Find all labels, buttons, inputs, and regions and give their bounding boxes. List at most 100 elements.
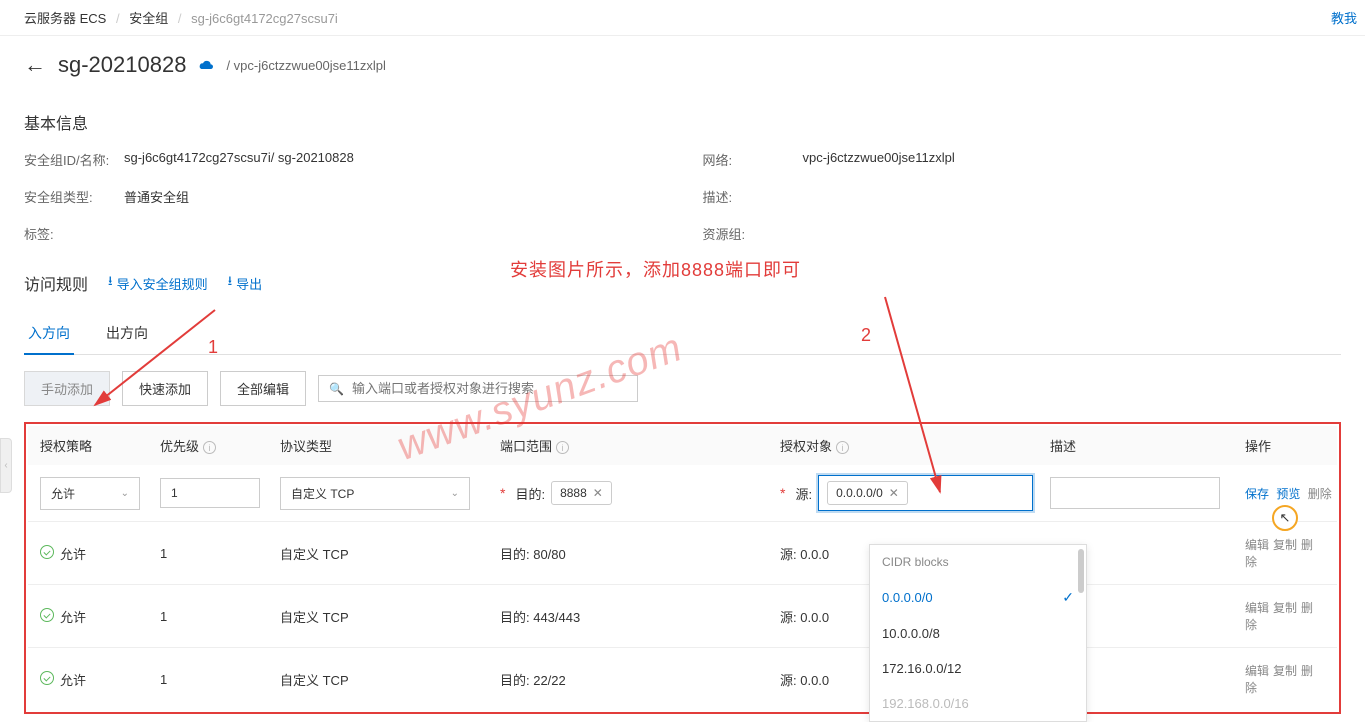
download-icon: ⭳ (108, 272, 113, 294)
quick-add-button[interactable]: 快速添加 (122, 371, 208, 406)
page-subtitle: / vpc-j6ctzzwue00jse11zxlpl (226, 58, 385, 73)
th-policy: 授权策略 (40, 436, 160, 455)
info-icon[interactable]: i (836, 441, 849, 454)
page-header: ← sg-20210828 / vpc-j6ctzzwue00jse11zxlp… (0, 36, 1365, 96)
edit-link[interactable]: 编辑 (1245, 664, 1269, 678)
cell-policy: 允许 (60, 673, 86, 688)
cell-ops: 编辑复制删除 (1245, 536, 1325, 570)
dropdown-item[interactable]: 192.168.0.0/16 (870, 686, 1086, 721)
crumb-sg[interactable]: 安全组 (129, 11, 168, 26)
dropdown-header: CIDR blocks (870, 545, 1086, 579)
th-priority: 优先级i (160, 436, 280, 455)
cursor-icon: ↖ (1280, 510, 1291, 526)
allow-icon (40, 671, 54, 685)
import-rules-button[interactable]: ⭳导入安全组规则 (108, 272, 208, 294)
chevron-down-icon: ⌄ (451, 488, 459, 499)
search-icon: 🔍 (329, 382, 344, 396)
dropdown-item[interactable]: 172.16.0.0/12 (870, 651, 1086, 686)
breadcrumb: 云服务器 ECS / 安全组 / sg-j6c6gt4172cg27scsu7i (0, 0, 1365, 36)
source-input[interactable]: 0.0.0.0/0✕ (818, 475, 1033, 511)
cell-policy: 允许 (60, 547, 86, 562)
label-sgid: 安全组ID/名称: (24, 150, 124, 169)
allow-icon (40, 545, 54, 559)
edit-link[interactable]: 编辑 (1245, 538, 1269, 552)
cell-proto: 自定义 TCP (280, 544, 500, 563)
annotation-text: 安装图片所示，添加8888端口即可 (510, 256, 801, 282)
cell-port: 目的: 22/22 (500, 670, 780, 689)
tab-inbound[interactable]: 入方向 (24, 313, 74, 355)
cell-proto: 自定义 TCP (280, 670, 500, 689)
copy-link[interactable]: 复制 (1273, 601, 1297, 615)
edit-link[interactable]: 编辑 (1245, 601, 1269, 615)
label-type: 安全组类型: (24, 187, 124, 206)
cell-policy: 允许 (60, 610, 86, 625)
dest-label: 目的: (515, 484, 545, 503)
policy-select[interactable]: 允许⌄ (40, 477, 140, 510)
rules-title: 访问规则 (24, 271, 88, 295)
priority-input[interactable]: 1 (160, 478, 260, 508)
cell-port: 目的: 443/443 (500, 607, 780, 626)
edit-row: 允许⌄ 1 自定义 TCP⌄ *目的: 8888✕ *源: 0.0.0.0/0✕… (28, 465, 1337, 521)
value-sgid: sg-j6c6gt4172cg27scsu7i/ sg-20210828 (124, 150, 354, 169)
source-label: 源: (795, 484, 812, 503)
save-button[interactable]: 保存 (1245, 487, 1269, 501)
cell-ops: 编辑复制删除 (1245, 599, 1325, 633)
cell-port: 目的: 80/80 (500, 544, 780, 563)
basic-title: 基本信息 (24, 110, 1341, 134)
th-ops: 操作 (1245, 436, 1325, 455)
cell-ops: 编辑复制删除 (1245, 662, 1325, 696)
info-icon[interactable]: i (556, 441, 569, 454)
table-row: 允许1自定义 TCP目的: 22/22源: 0.0.0编辑复制删除 (28, 647, 1337, 710)
value-network: vpc-j6ctzzwue00jse11zxlpl (803, 150, 955, 169)
rules-table: 授权策略 优先级i 协议类型 端口范围i 授权对象i 描述 操作 允许⌄ 1 自… (24, 422, 1341, 714)
help-link[interactable]: 教我 (1331, 8, 1357, 27)
search-input[interactable] (352, 381, 627, 396)
search-box[interactable]: 🔍 (318, 375, 638, 402)
copy-link[interactable]: 复制 (1273, 664, 1297, 678)
page-title: sg-20210828 (58, 52, 186, 78)
chevron-down-icon: ⌄ (121, 488, 129, 499)
export-rules-button[interactable]: ⭳导出 (228, 272, 263, 294)
close-icon[interactable]: ✕ (593, 486, 603, 500)
cell-proto: 自定义 TCP (280, 607, 500, 626)
pointer-highlight: ↖ (1272, 505, 1298, 531)
tab-outbound[interactable]: 出方向 (102, 313, 152, 354)
label-tag: 标签: (24, 224, 124, 243)
th-port: 端口范围i (500, 436, 780, 455)
preview-button[interactable]: 预览 (1276, 487, 1300, 501)
annotation-1: 1 (208, 337, 218, 358)
table-row: 允许1自定义 TCP目的: 80/80源: 0.0.0编辑复制删除 (28, 521, 1337, 584)
direction-tabs: 入方向 出方向 (24, 313, 1341, 355)
back-icon[interactable]: ← (24, 52, 46, 78)
copy-link[interactable]: 复制 (1273, 538, 1297, 552)
cell-priority: 1 (160, 672, 280, 687)
label-network: 网络: (703, 150, 803, 169)
label-desc: 描述: (703, 187, 803, 206)
dropdown-item[interactable]: 10.0.0.0/8 (870, 616, 1086, 651)
crumb-ecs[interactable]: 云服务器 ECS (24, 11, 106, 26)
cell-priority: 1 (160, 609, 280, 624)
allow-icon (40, 608, 54, 622)
cell-priority: 1 (160, 546, 280, 561)
annotation-2: 2 (861, 325, 871, 346)
edit-all-button[interactable]: 全部编辑 (220, 371, 306, 406)
delete-button[interactable]: 删除 (1308, 487, 1332, 501)
info-icon[interactable]: i (203, 441, 216, 454)
port-tag[interactable]: 8888✕ (551, 481, 612, 505)
th-proto: 协议类型 (280, 436, 500, 455)
th-target: 授权对象i (780, 436, 1050, 455)
scrollbar-thumb[interactable] (1078, 549, 1084, 593)
th-desc: 描述 (1050, 436, 1245, 455)
crumb-id: sg-j6c6gt4172cg27scsu7i (191, 11, 338, 26)
table-row: 允许1自定义 TCP目的: 443/443源: 0.0.0编辑复制删除 (28, 584, 1337, 647)
label-resgrp: 资源组: (703, 224, 803, 243)
proto-select[interactable]: 自定义 TCP⌄ (280, 477, 470, 510)
dropdown-item[interactable]: 0.0.0.0/0✓ (870, 579, 1086, 616)
download-icon: ⭳ (228, 272, 233, 294)
desc-input[interactable] (1050, 477, 1220, 509)
manual-add-button[interactable]: 手动添加 (24, 371, 110, 406)
side-handle[interactable]: ‹ (0, 438, 12, 493)
cidr-dropdown: CIDR blocks 0.0.0.0/0✓ 10.0.0.0/8 172.16… (869, 544, 1087, 722)
close-icon[interactable]: ✕ (889, 486, 899, 500)
check-icon: ✓ (1062, 589, 1074, 606)
